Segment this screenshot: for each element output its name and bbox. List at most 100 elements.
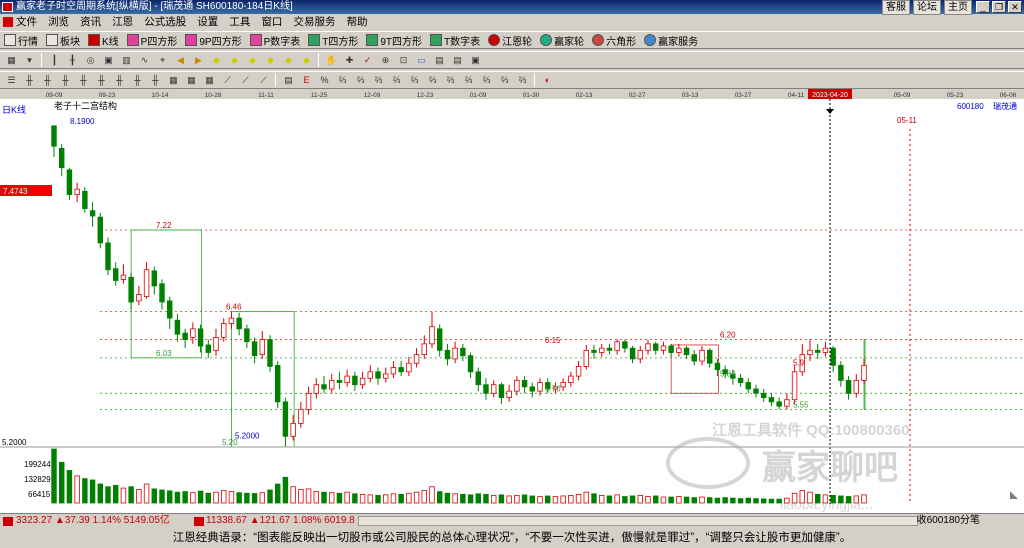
grid-icon[interactable]: ▦ xyxy=(184,73,199,87)
candle-body xyxy=(676,347,682,353)
tool-sector[interactable]: 板块 xyxy=(46,33,80,48)
bars-icon[interactable]: ╫ xyxy=(40,73,55,87)
box-icon[interactable]: ▣ xyxy=(101,53,116,67)
dropdown-icon[interactable]: ▾ xyxy=(22,53,37,67)
close-icon[interactable]: ✕ xyxy=(1008,1,1022,13)
bookmark-icon[interactable]: ⊡ xyxy=(396,53,411,67)
link-home[interactable]: 主页 xyxy=(944,0,972,15)
tool-t-table[interactable]: T数字表 xyxy=(430,33,480,48)
fan-icon[interactable]: ⟋ xyxy=(220,73,235,87)
bars-icon[interactable]: ╫ xyxy=(130,73,145,87)
letters-icon[interactable]: E xyxy=(299,73,314,87)
compass-icon[interactable]: ⊕ xyxy=(378,53,393,67)
bar-chart-icon[interactable]: ▥ xyxy=(119,53,134,67)
tool-hexagon[interactable]: 六角形 xyxy=(592,33,636,48)
menu-file[interactable]: 文件 xyxy=(0,14,41,30)
ratio-icon[interactable]: ⅔ xyxy=(389,73,404,87)
ratio-icon[interactable]: ⅔ xyxy=(425,73,440,87)
menu-browse[interactable]: 浏览 xyxy=(44,14,73,30)
link-kefu[interactable]: 客服 xyxy=(882,0,910,15)
check-icon[interactable]: ✓ xyxy=(360,53,375,67)
layout-icon[interactable]: ▦ xyxy=(4,53,19,67)
diamond-icon[interactable]: ◆ xyxy=(281,53,296,67)
ratio-icon[interactable]: ⅔ xyxy=(497,73,512,87)
tool-gann-wheel[interactable]: 江恩轮 xyxy=(488,33,532,48)
horizontal-scrollbar[interactable] xyxy=(358,516,918,526)
tool-t-square[interactable]: T四方形 xyxy=(308,33,358,48)
monitor-icon[interactable]: ▣ xyxy=(468,53,483,67)
volume-bar xyxy=(274,483,281,504)
cursor-icon[interactable]: ⌖ xyxy=(155,53,170,67)
bars-icon[interactable]: ╫ xyxy=(94,73,109,87)
grid-icon[interactable]: ▦ xyxy=(166,73,181,87)
kline-chart[interactable]: 09-09 09-23 10-14 10-28 11-11 11-25 12-09 12-23… xyxy=(0,89,1024,514)
restore-icon[interactable]: ❐ xyxy=(992,1,1006,13)
menu-window[interactable]: 窗口 xyxy=(257,14,286,30)
tool-9p-square[interactable]: 9P四方形 xyxy=(185,33,242,48)
menu-formula[interactable]: 公式选股 xyxy=(140,14,190,30)
candle-icon[interactable]: ┃ xyxy=(47,53,62,67)
tool-p-table[interactable]: P数字表 xyxy=(249,33,300,48)
candle-body xyxy=(575,366,582,377)
line-chart-icon[interactable]: ∿ xyxy=(137,53,152,67)
fan-icon[interactable]: ⟋ xyxy=(256,73,271,87)
bars-icon[interactable]: ╫ xyxy=(76,73,91,87)
tool-9t-square[interactable]: 9T四方形 xyxy=(366,33,422,48)
link-forum[interactable]: 论坛 xyxy=(913,0,941,15)
menu-news[interactable]: 资讯 xyxy=(76,14,105,30)
menu-gann[interactable]: 江恩 xyxy=(108,14,137,30)
menu-trade[interactable]: 交易服务 xyxy=(290,14,340,30)
menu-settings[interactable]: 设置 xyxy=(193,14,222,30)
ratio-icon[interactable]: ⅔ xyxy=(407,73,422,87)
screen-icon[interactable]: ▭ xyxy=(414,53,429,67)
menu-tools[interactable]: 工具 xyxy=(225,14,254,30)
grid-icon[interactable]: ▦ xyxy=(202,73,217,87)
ratio-icon[interactable]: ⅔ xyxy=(371,73,386,87)
ratio-icon[interactable]: ⅔ xyxy=(461,73,476,87)
tool-quote[interactable]: 行情 xyxy=(4,33,38,48)
diamond-icon[interactable]: ◆ xyxy=(227,53,242,67)
tool-service[interactable]: 赢家服务 xyxy=(644,33,698,48)
prev-icon[interactable]: ◀ xyxy=(173,53,188,67)
table-icon[interactable]: ▤ xyxy=(281,73,296,87)
diamond-icon[interactable]: ◆ xyxy=(263,53,278,67)
percent-icon[interactable]: % xyxy=(317,73,332,87)
ratio-icon[interactable]: ⅔ xyxy=(479,73,494,87)
bars-icon[interactable]: ╫ xyxy=(112,73,127,87)
fan-icon[interactable]: ⟋ xyxy=(238,73,253,87)
menu-help[interactable]: 帮助 xyxy=(343,14,372,30)
palette-icon[interactable]: ◐ xyxy=(540,73,555,87)
candle-body xyxy=(599,347,605,353)
level-label: 5.84 xyxy=(720,369,736,378)
minimize-icon[interactable]: _ xyxy=(976,1,990,13)
calendar-icon[interactable]: ▤ xyxy=(432,53,447,67)
candle-body xyxy=(737,377,744,383)
tool-winner-wheel[interactable]: 赢家轮 xyxy=(540,33,584,48)
diamond-icon[interactable]: ◆ xyxy=(299,53,314,67)
calendar-icon[interactable]: ▤ xyxy=(450,53,465,67)
diamond-icon[interactable]: ◆ xyxy=(209,53,224,67)
ratio-icon[interactable]: ⅔ xyxy=(515,73,530,87)
cycle-icon[interactable]: ◎ xyxy=(83,53,98,67)
toolbar-separator xyxy=(41,53,42,67)
ratio-icon[interactable]: ⅔ xyxy=(335,73,350,87)
bars-icon[interactable]: ╫ xyxy=(22,73,37,87)
diamond-icon[interactable]: ◆ xyxy=(245,53,260,67)
next-icon[interactable]: ▶ xyxy=(191,53,206,67)
stock-minutes[interactable]: 收600180分笔 xyxy=(917,514,980,528)
crosshair-icon[interactable]: ✚ xyxy=(342,53,357,67)
tool-p-square[interactable]: P四方形 xyxy=(126,33,177,48)
bar-icon[interactable]: ╂ xyxy=(65,53,80,67)
resize-icon[interactable] xyxy=(1010,491,1018,499)
ratio-icon[interactable]: ⅔ xyxy=(353,73,368,87)
ratio-icon[interactable]: ⅔ xyxy=(443,73,458,87)
candle-body xyxy=(336,379,343,383)
chart-area[interactable]: 09-09 09-23 10-14 10-28 11-11 11-25 12-09 12-23… xyxy=(0,89,1024,514)
grid-icon xyxy=(4,34,16,46)
bars-icon[interactable]: ╫ xyxy=(58,73,73,87)
tool-kline[interactable]: K线 xyxy=(88,33,119,48)
hand-icon[interactable]: ✋ xyxy=(324,53,339,67)
menu-icon[interactable]: ☰ xyxy=(4,73,19,87)
date-tick-label: 10-14 xyxy=(152,92,169,99)
bars-icon[interactable]: ╫ xyxy=(148,73,163,87)
